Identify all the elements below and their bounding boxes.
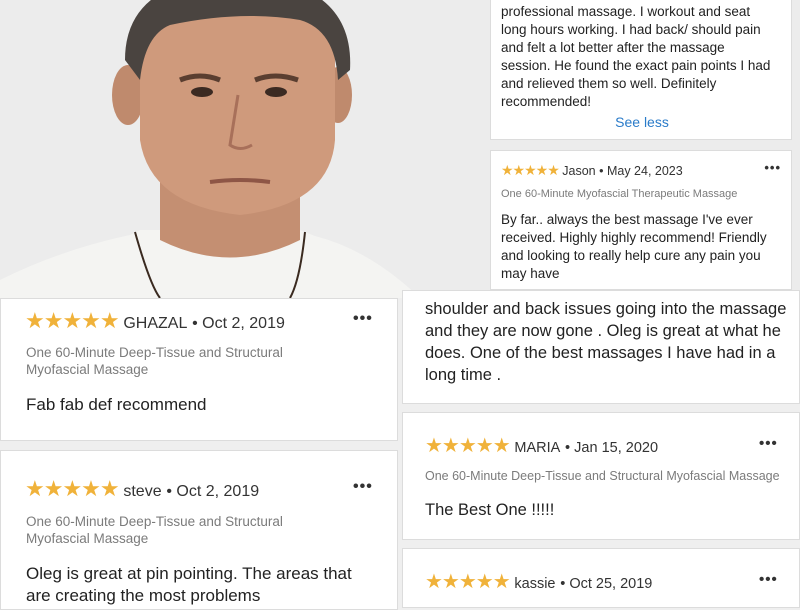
review-date: Oct 2, 2019	[202, 315, 285, 332]
review-card: ★★★★★ steve • Oct 2, 2019 ••• One 60-Min…	[0, 450, 398, 610]
service-name: One 60-Minute Myofascial Therapeutic Mas…	[501, 188, 738, 200]
rating-stars: ★★★★★	[425, 435, 511, 457]
review-text: Oleg is great at pin pointing. The areas…	[26, 564, 352, 605]
service-name: One 60-Minute Deep-Tissue and Structural…	[26, 345, 283, 377]
rating-stars: ★★★★★	[501, 162, 560, 178]
review-header: ★★★★★ MARIA • Jan 15, 2020	[425, 435, 659, 457]
rating-stars: ★★★★★	[425, 571, 511, 593]
review-card: ★★★★★ Jason • May 24, 2023 ••• One 60-Mi…	[490, 150, 792, 290]
review-header: ★★★★★ GHAZAL • Oct 2, 2019	[25, 308, 285, 333]
review-header: ★★★★★ steve • Oct 2, 2019	[25, 476, 260, 501]
more-options-icon[interactable]: •••	[764, 159, 781, 177]
more-options-icon[interactable]: •••	[353, 478, 373, 496]
review-text: professional massage. I workout and seat…	[501, 4, 771, 109]
service-name: One 60-Minute Deep-Tissue and Structural…	[26, 514, 283, 546]
review-date: Jan 15, 2020	[574, 440, 659, 456]
review-text: By far.. always the best massage I've ev…	[501, 212, 767, 281]
more-options-icon[interactable]: •••	[759, 435, 778, 452]
reviewer-name: kassie	[514, 576, 556, 592]
reviewer-name: MARIA	[514, 440, 561, 456]
review-card: ★★★★★ GHAZAL • Oct 2, 2019 ••• One 60-Mi…	[0, 298, 398, 441]
review-date: Oct 2, 2019	[176, 483, 260, 500]
review-date: Oct 25, 2019	[569, 576, 653, 592]
more-options-icon[interactable]: •••	[759, 571, 778, 588]
reviewer-name: steve	[123, 483, 162, 500]
rating-stars: ★★★★★	[25, 308, 120, 333]
reviewer-name: Jason	[562, 164, 596, 178]
review-card-continued: shoulder and back issues going into the …	[402, 290, 800, 404]
review-card: ★★★★★ MARIA • Jan 15, 2020 ••• One 60-Mi…	[402, 412, 800, 540]
review-text: The Best One !!!!!	[425, 501, 555, 519]
review-card: ★★★★★ kassie • Oct 25, 2019 •••	[402, 548, 800, 608]
review-header: ★★★★★ Jason • May 24, 2023	[501, 162, 683, 178]
more-options-icon[interactable]: •••	[353, 310, 373, 328]
top-right-reviews: professional massage. I workout and seat…	[480, 0, 800, 298]
review-header: ★★★★★ kassie • Oct 25, 2019	[425, 571, 653, 593]
rating-stars: ★★★★★	[25, 476, 120, 501]
review-text: shoulder and back issues going into the …	[425, 300, 787, 384]
review-text: Fab fab def recommend	[26, 395, 207, 414]
portrait-illustration	[0, 0, 420, 298]
reviewer-name: GHAZAL	[123, 315, 188, 332]
therapist-photo	[0, 0, 480, 298]
review-date: May 24, 2023	[606, 164, 683, 178]
review-card: professional massage. I workout and seat…	[490, 0, 792, 140]
service-name: One 60-Minute Deep-Tissue and Structural…	[425, 469, 780, 483]
see-less-link[interactable]: See less	[491, 113, 793, 131]
